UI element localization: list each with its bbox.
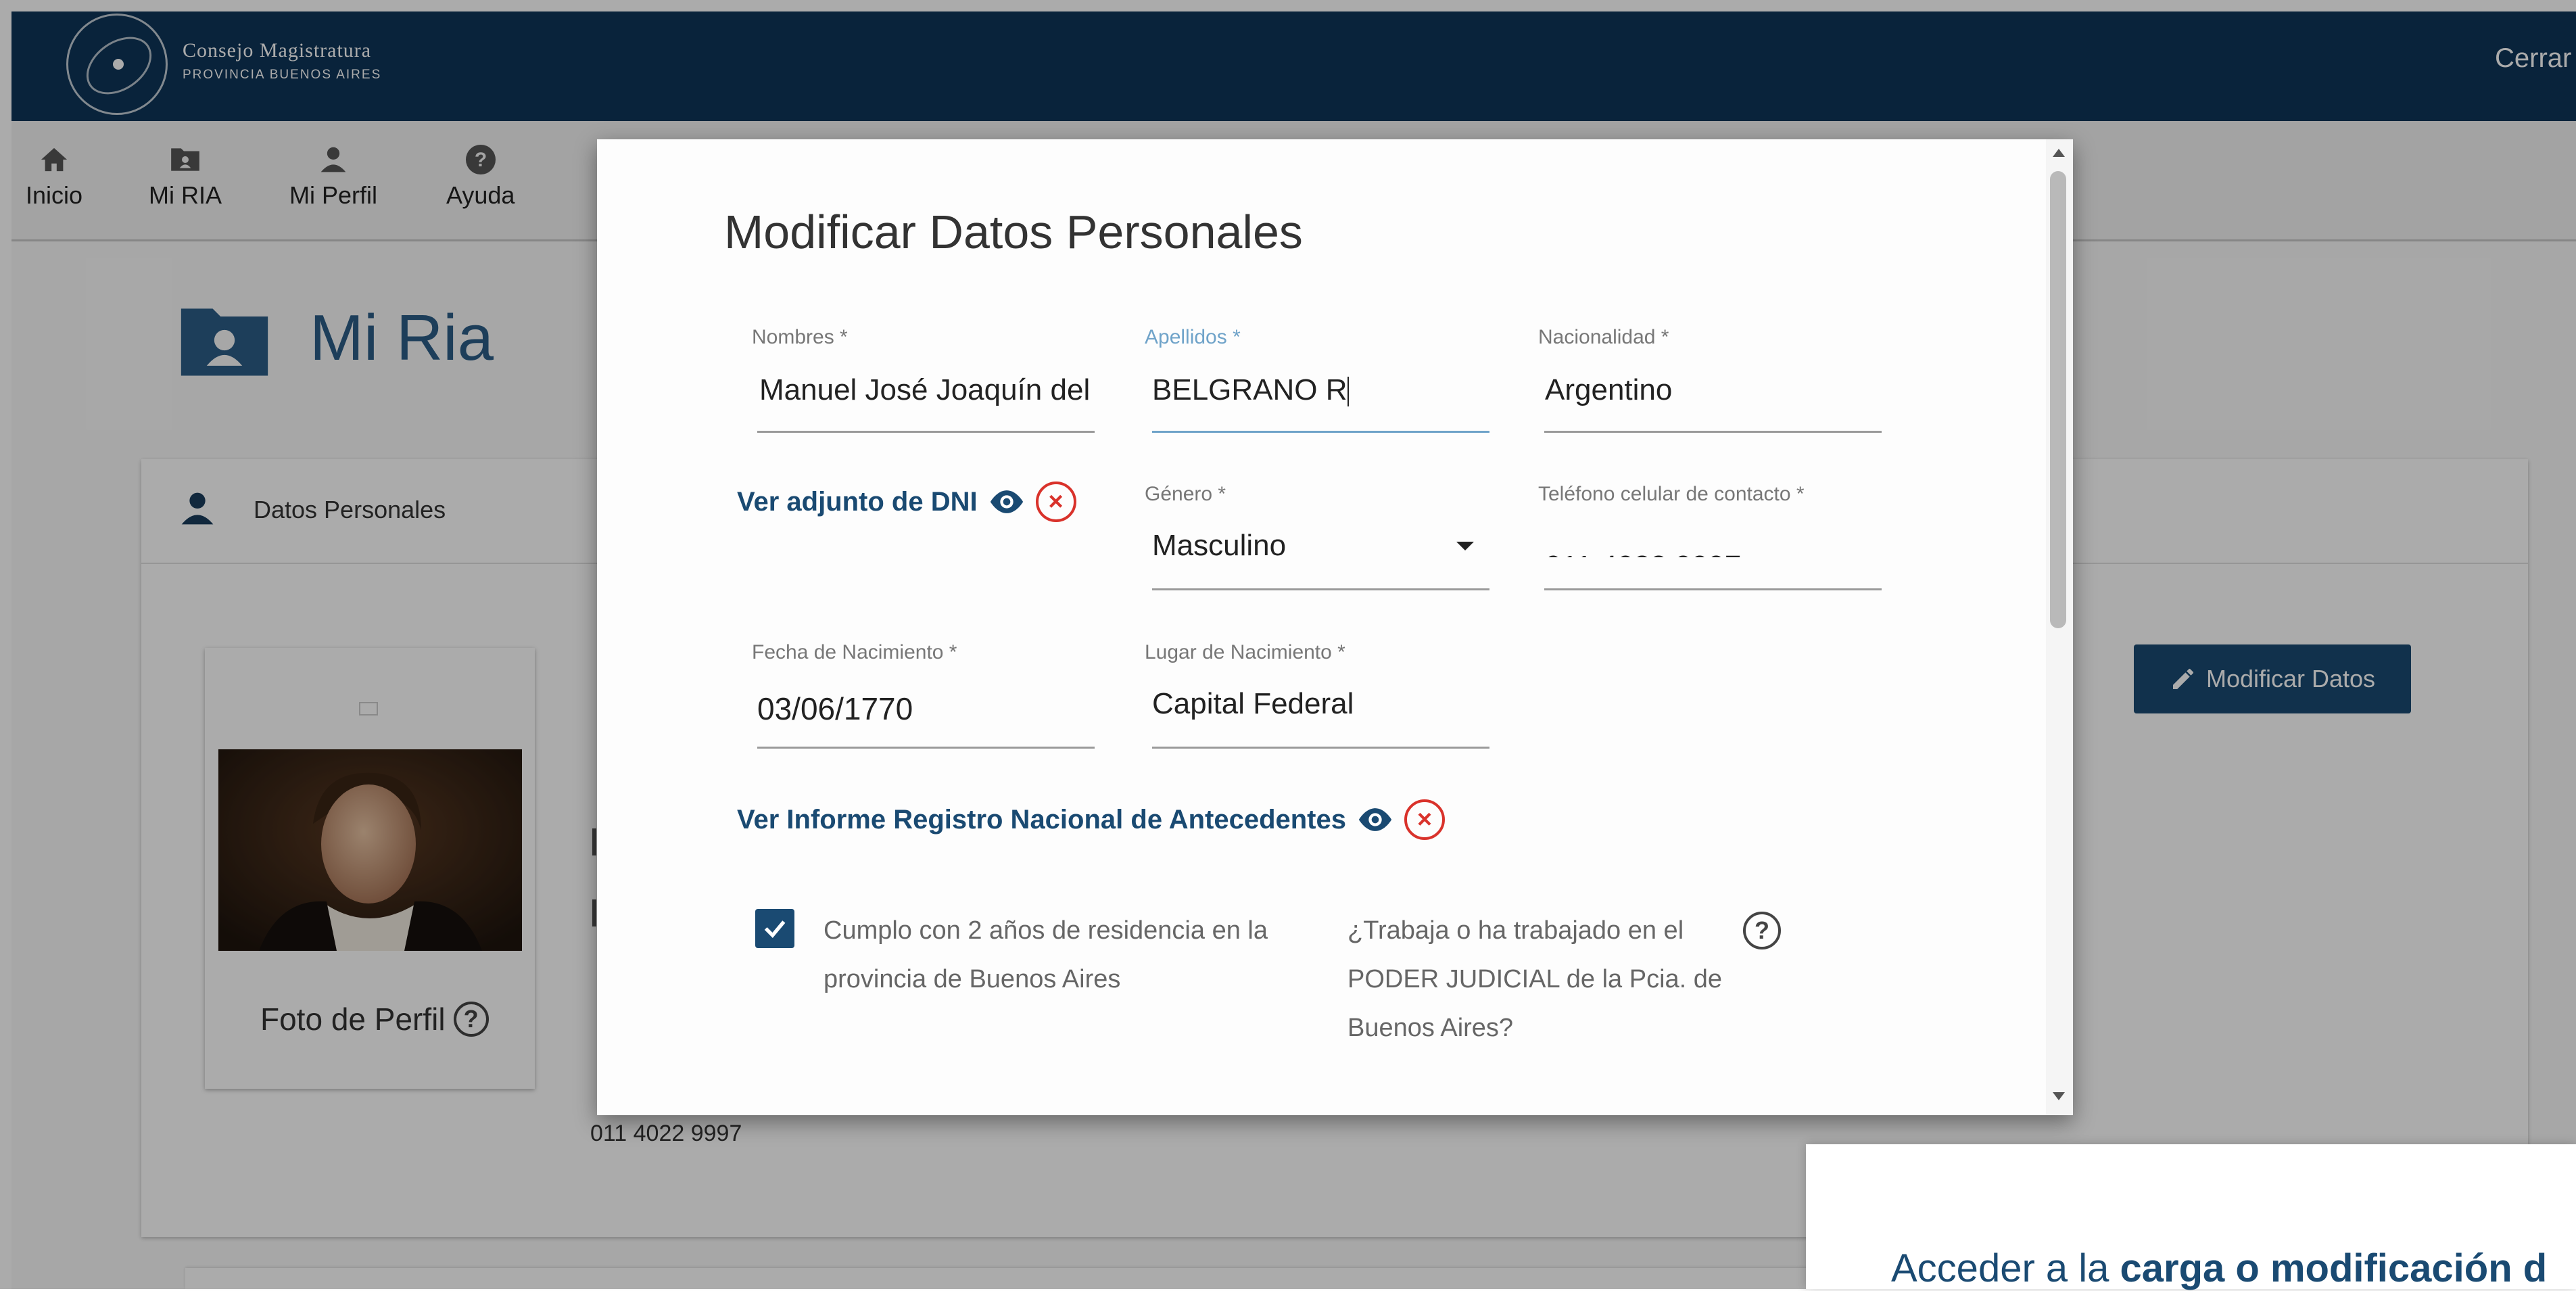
apellidos-underline (1152, 431, 1489, 433)
help-icon[interactable]: ? (1743, 912, 1781, 949)
dni-link-text: Ver adjunto de DNI (737, 486, 978, 517)
nacionalidad-label: Nacionalidad * (1538, 326, 1669, 348)
apellidos-value: BELGRANO R (1152, 373, 1347, 406)
scrollbar-thumb[interactable] (2050, 171, 2066, 628)
fecha-underline (757, 747, 1095, 749)
lugar-underline (1152, 747, 1489, 749)
nombres-underline (757, 431, 1095, 433)
modal-title: Modificar Datos Personales (724, 206, 1303, 258)
telefono-underline (1544, 588, 1882, 590)
remove-dni-icon[interactable]: × (1035, 482, 1076, 522)
nombres-label: Nombres * (752, 326, 848, 348)
chevron-down-icon[interactable] (1456, 542, 1474, 550)
fecha-input[interactable]: 03/06/1770 (757, 690, 1093, 727)
eye-icon[interactable] (1356, 806, 1395, 833)
residencia-line1: Cumplo con 2 años de residencia en la (824, 916, 1268, 945)
remove-antecedentes-icon[interactable]: × (1404, 799, 1445, 840)
lugar-input[interactable]: Capital Federal (1152, 687, 1487, 721)
antecedentes-link[interactable]: Ver Informe Registro Nacional de Anteced… (737, 799, 1445, 840)
poder-line2: PODER JUDICIAL de la Pcia. de (1347, 965, 1723, 993)
apellidos-input[interactable]: BELGRANO R (1152, 373, 1487, 407)
scroll-up-icon[interactable] (2053, 149, 2065, 157)
genero-select[interactable]: Masculino (1152, 529, 1436, 563)
tooltip-text-normal: Acceder a la (1891, 1246, 2120, 1290)
genero-underline (1152, 588, 1489, 590)
fecha-label: Fecha de Nacimiento * (752, 641, 957, 663)
residencia-label: Cumplo con 2 años de residencia en la pr… (824, 906, 1268, 1004)
nombres-input[interactable]: Manuel José Joaquín del Corazón de Jesús (759, 373, 1095, 407)
telefono-label: Teléfono celular de contacto * (1538, 483, 1805, 505)
apellidos-label: Apellidos * (1145, 326, 1241, 348)
text-cursor (1347, 377, 1349, 407)
residencia-line2: provincia de Buenos Aires (824, 965, 1121, 993)
residencia-checkbox[interactable] (755, 909, 794, 948)
antecedentes-link-text: Ver Informe Registro Nacional de Anteced… (737, 804, 1346, 835)
lugar-label: Lugar de Nacimiento * (1145, 641, 1345, 663)
nacionalidad-underline (1544, 431, 1882, 433)
check-icon (764, 920, 786, 938)
edit-personal-data-modal (597, 139, 2073, 1115)
nacionalidad-input[interactable]: Argentino (1545, 373, 1880, 407)
poder-line1: ¿Trabaja o ha trabajado en el (1347, 916, 1684, 945)
poder-line3: Buenos Aires? (1347, 1014, 1514, 1042)
telefono-value: 011 4022 9997 (1545, 550, 1741, 557)
tooltip-text: Acceder a la carga o modificación d (1891, 1246, 2547, 1291)
tooltip-text-bold: carga o modificación d (2120, 1246, 2548, 1290)
scroll-down-icon[interactable] (2053, 1092, 2065, 1100)
eye-icon[interactable] (987, 488, 1026, 515)
dni-link[interactable]: Ver adjunto de DNI × (737, 482, 1076, 522)
telefono-input[interactable]: 011 4022 9997 (1545, 534, 1880, 557)
poder-judicial-label: ¿Trabaja o ha trabajado en el PODER JUDI… (1347, 906, 1722, 1052)
genero-label: Género * (1145, 483, 1226, 505)
